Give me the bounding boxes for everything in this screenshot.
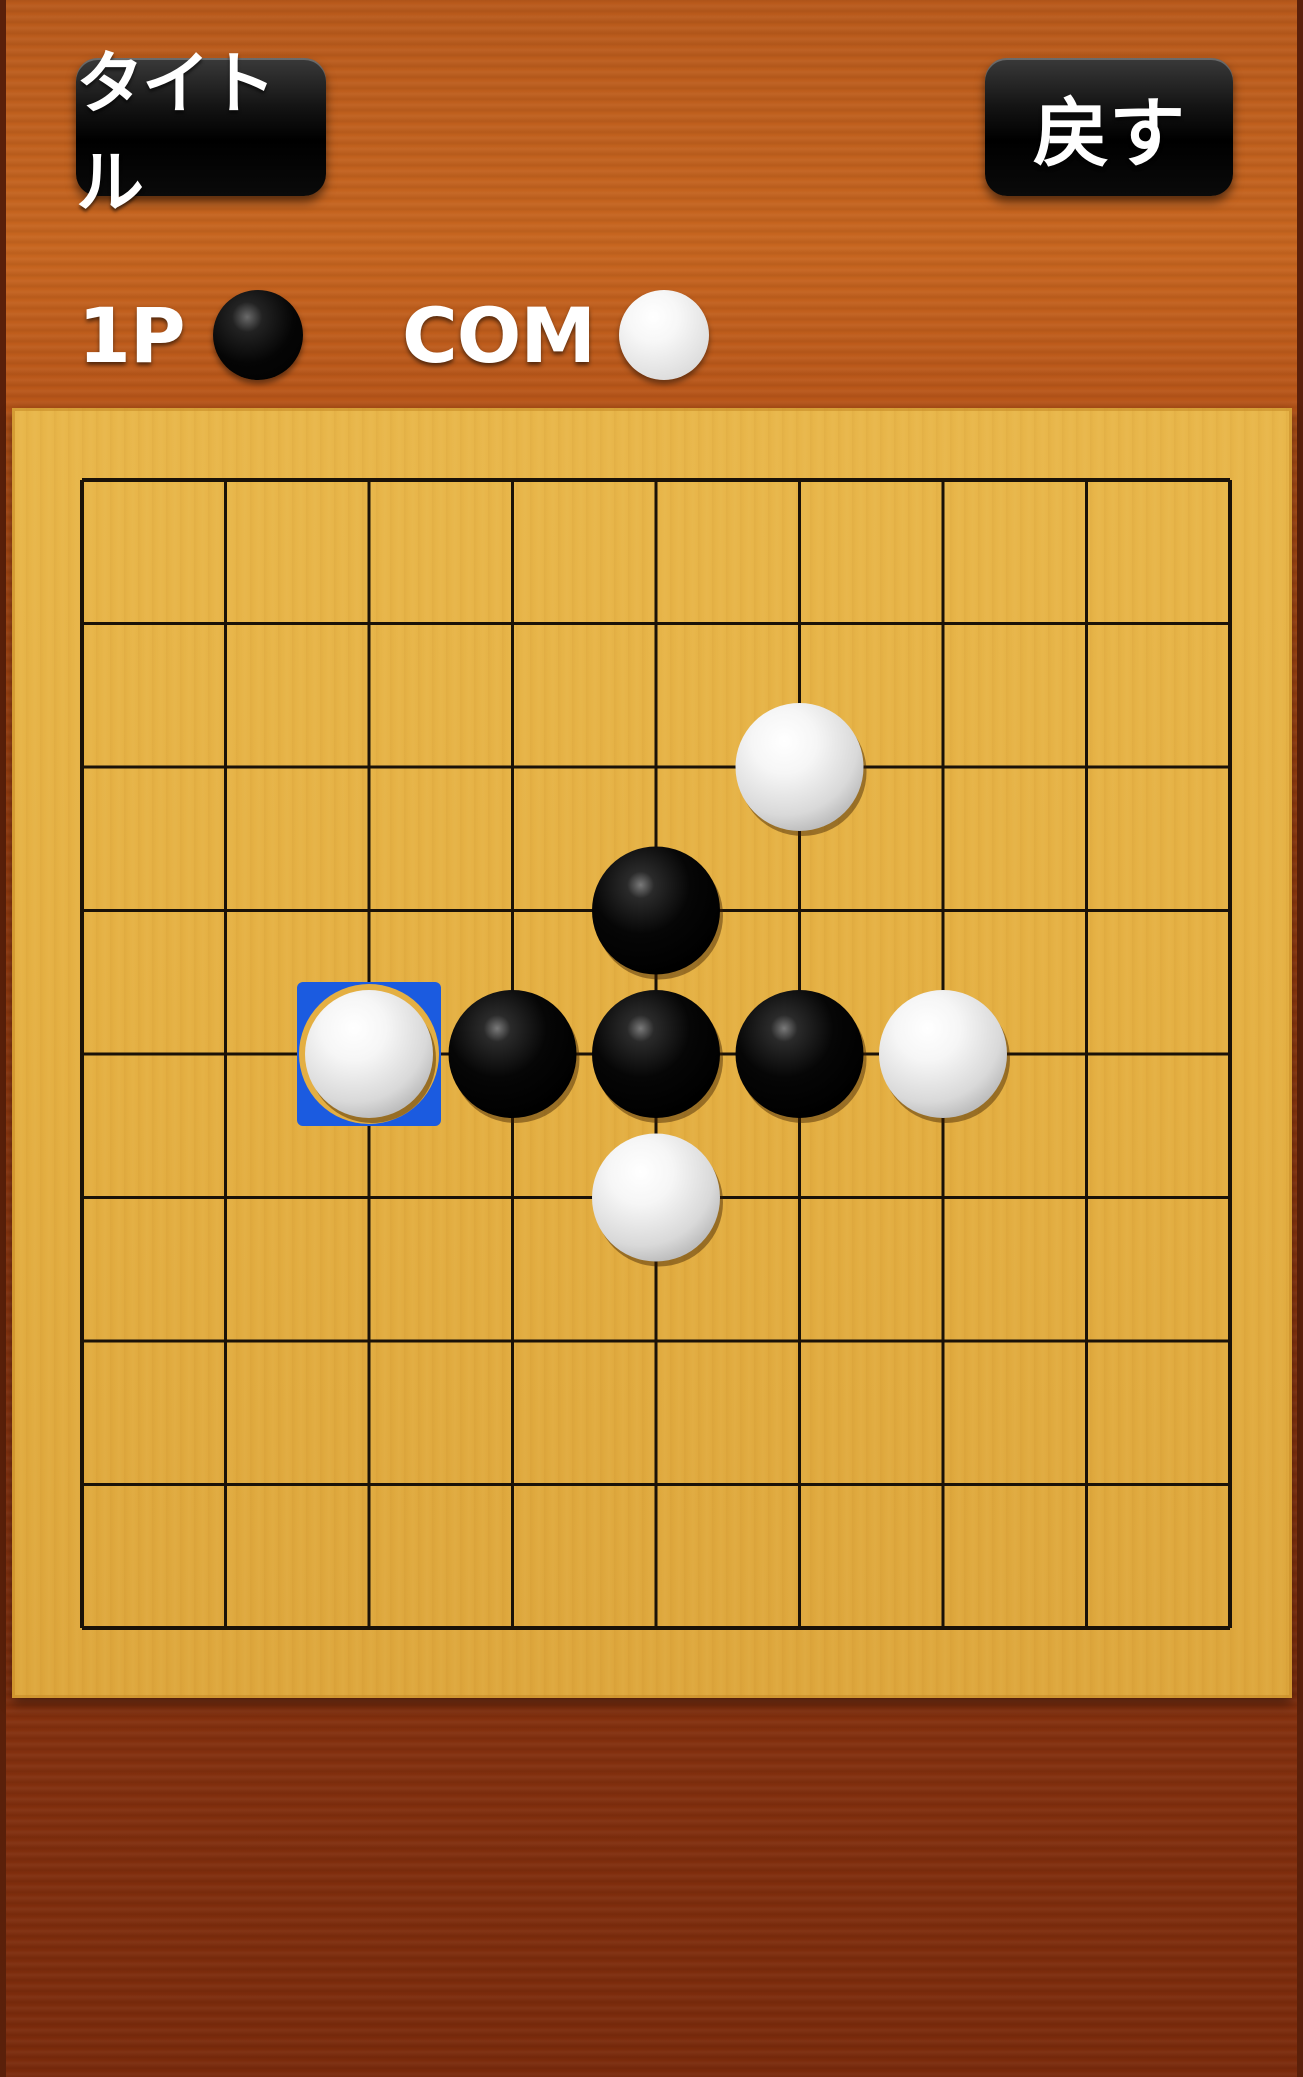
black-stone-icon (212, 290, 303, 380)
player2-indicator: COM (402, 285, 710, 385)
white-stone-icon (619, 290, 710, 380)
white-stone (305, 990, 433, 1118)
frame-edge-right (1297, 0, 1303, 2077)
title-button[interactable]: タイトル (76, 45, 326, 223)
player1-indicator: 1P (78, 285, 303, 385)
black-stone (592, 990, 720, 1118)
white-stone (735, 703, 864, 831)
board-grid[interactable] (12, 408, 1292, 1698)
black-stone (735, 990, 864, 1118)
frame-edge-left (0, 0, 6, 2077)
player2-label: COM (402, 290, 596, 380)
black-stone (448, 990, 577, 1118)
black-stone (592, 846, 720, 975)
undo-button[interactable]: 戻す (985, 58, 1233, 196)
white-stone (592, 1133, 720, 1262)
white-stone (879, 990, 1007, 1118)
game-board[interactable] (12, 408, 1292, 1698)
player1-label: 1P (78, 290, 186, 380)
